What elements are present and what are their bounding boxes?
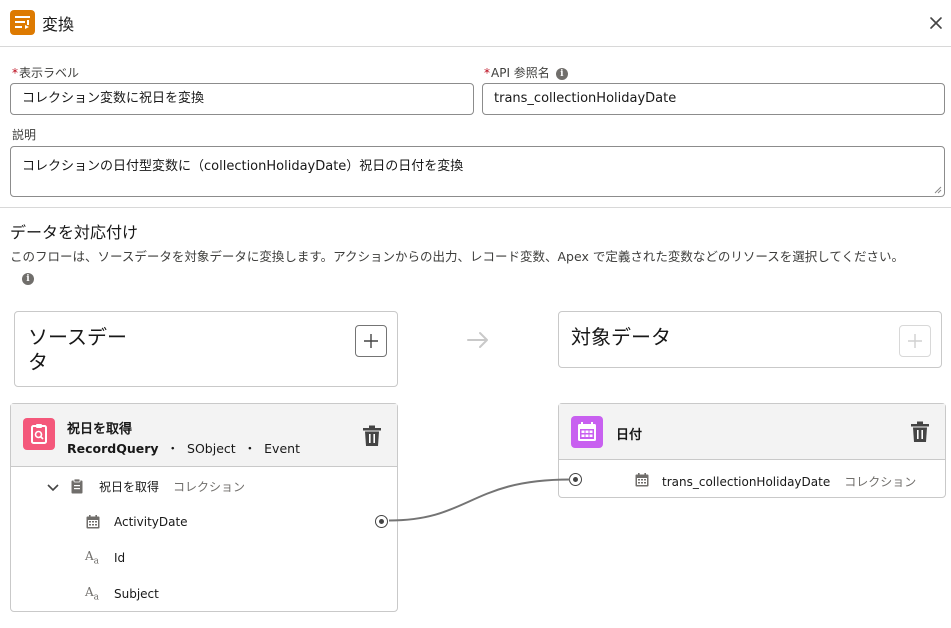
- source-card: 祝日を取得 RecordQuery ・ SObject ・ Event 祝日を取…: [10, 403, 398, 612]
- target-field-kind: コレクション: [844, 475, 917, 489]
- add-source-button[interactable]: [355, 325, 387, 357]
- required-mark: *: [484, 66, 490, 80]
- tree-collection-label: 祝日を取得: [99, 480, 160, 494]
- required-mark: *: [12, 66, 18, 80]
- modal-title: 変換: [42, 15, 75, 34]
- calendar-icon: [571, 416, 603, 448]
- tree-collection-row[interactable]: 祝日を取得 コレクション: [99, 478, 245, 495]
- separator: ・: [166, 441, 180, 456]
- target-data-label: 対象データ: [571, 325, 671, 349]
- info-icon[interactable]: i: [22, 272, 34, 285]
- delete-target-button[interactable]: [910, 421, 930, 443]
- chevron-down-icon[interactable]: [45, 479, 61, 495]
- trash-icon: [363, 425, 381, 446]
- api-field-text: API 参照名: [491, 66, 550, 80]
- arrow-right-icon: [466, 330, 490, 350]
- transform-icon: [10, 10, 35, 35]
- record-query-icon: [23, 418, 55, 450]
- source-object-name: Event: [264, 441, 300, 456]
- text-type-icon: Aa: [85, 585, 100, 603]
- field-row-activitydate[interactable]: ActivityDate: [114, 515, 188, 529]
- source-card-header: 祝日を取得 RecordQuery ・ SObject ・ Event: [11, 404, 397, 467]
- source-card-title: 祝日を取得: [67, 422, 133, 437]
- target-card: 日付 trans_collectionHolidayDate コレクション: [558, 403, 946, 498]
- close-icon[interactable]: [927, 14, 945, 32]
- description-textarea[interactable]: コレクションの日付型変数に（collectionHolidayDate）祝日の日…: [10, 146, 945, 197]
- target-port[interactable]: [569, 473, 582, 486]
- calendar-icon: [85, 514, 101, 530]
- modal-header: 変換: [0, 0, 951, 47]
- field-row-subject[interactable]: Subject: [114, 587, 159, 601]
- add-target-button[interactable]: [899, 325, 931, 357]
- label-field-text: 表示ラベル: [19, 66, 80, 80]
- clipboard-icon: [69, 478, 85, 494]
- api-name-input[interactable]: trans_collectionHolidayDate: [482, 83, 945, 115]
- label-input[interactable]: コレクション変数に祝日を変換: [10, 83, 474, 115]
- add-icon: [908, 334, 922, 348]
- source-card-subtitle: RecordQuery ・ SObject ・ Event: [67, 438, 300, 457]
- description-label: 説明: [12, 128, 37, 142]
- source-data-box: ソースデー タ: [14, 311, 398, 387]
- target-card-header: 日付: [559, 404, 945, 460]
- source-type: RecordQuery: [67, 441, 159, 456]
- resize-grip-icon[interactable]: [934, 186, 942, 194]
- api-field-label: *API 参照名 i: [484, 64, 568, 81]
- section-divider: [0, 207, 951, 208]
- description-text: コレクションの日付型変数に（collectionHolidayDate）祝日の日…: [22, 159, 464, 174]
- label-field-label: *表示ラベル: [12, 64, 79, 81]
- add-icon: [364, 334, 378, 348]
- target-card-title: 日付: [616, 428, 643, 443]
- source-port-activitydate[interactable]: [375, 515, 388, 528]
- mapping-description: このフローは、ソースデータを対象データに変換します。アクションからの出力、レコー…: [10, 246, 925, 288]
- trash-icon: [911, 421, 929, 442]
- source-data-label: ソースデー タ: [28, 325, 127, 374]
- mapping-title: データを対応付け: [10, 223, 139, 242]
- info-icon[interactable]: i: [555, 67, 568, 80]
- tree-collection-kind: コレクション: [173, 480, 246, 494]
- target-field-name: trans_collectionHolidayDate: [662, 475, 831, 489]
- calendar-icon: [634, 472, 650, 488]
- target-data-box: 対象データ: [558, 311, 942, 368]
- separator: ・: [243, 441, 257, 456]
- delete-source-button[interactable]: [362, 425, 382, 447]
- mapping-description-text: このフローは、ソースデータを対象データに変換します。アクションからの出力、レコー…: [10, 249, 904, 264]
- source-object-kind: SObject: [187, 441, 236, 456]
- field-row-id[interactable]: Id: [114, 551, 125, 565]
- target-field-row[interactable]: trans_collectionHolidayDate コレクション: [662, 473, 916, 490]
- text-type-icon: Aa: [85, 549, 100, 567]
